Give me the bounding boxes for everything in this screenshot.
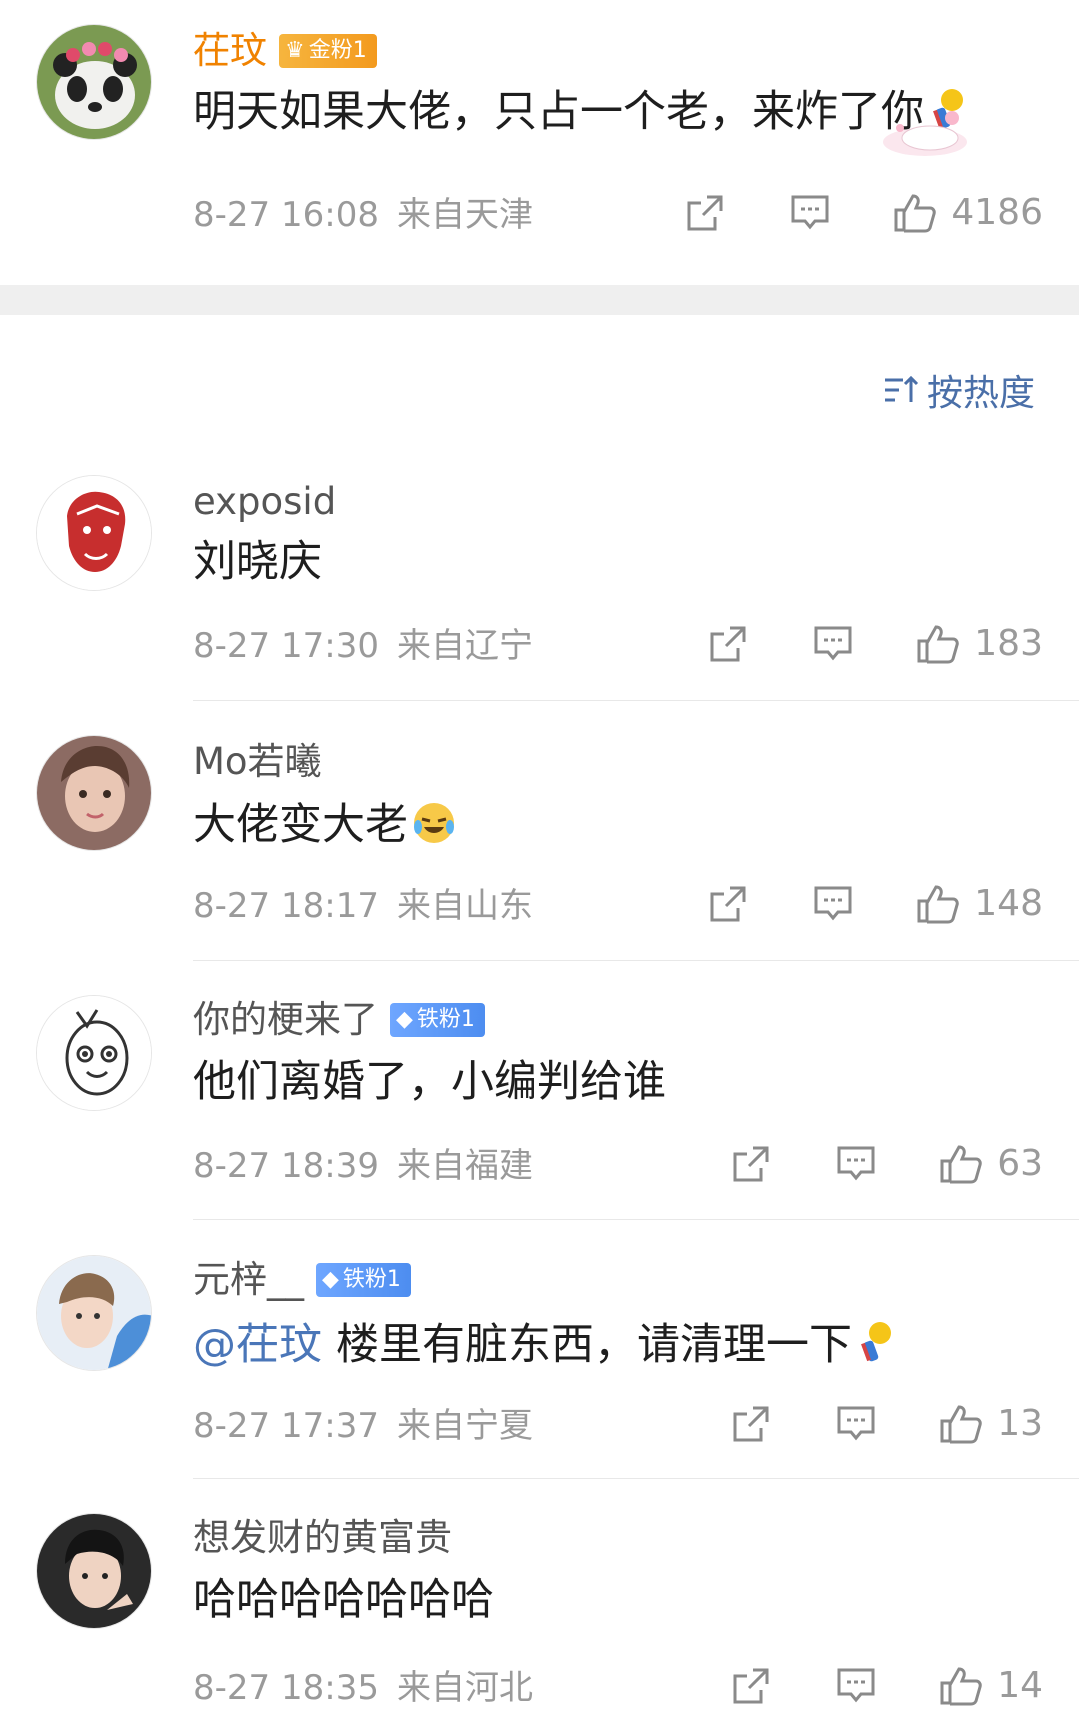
crying-laughing-emoji-icon (412, 801, 456, 853)
comment-actions: 148 (708, 883, 1043, 925)
reply-icon[interactable] (812, 624, 854, 664)
comment-text: 他们离婚了，小编判给谁 (193, 1057, 666, 1107)
comment-meta: 8-27 16:08 来自天津 (193, 195, 533, 235)
username[interactable]: 茌玟 ♛ 金粉1 (193, 32, 377, 69)
comment-text: @茌玟 楼里有脏东西，请清理一下 (193, 1321, 896, 1373)
comment-meta: 8-27 17:30 来自辽宁 (193, 626, 533, 666)
iron-fan-badge[interactable]: ◆ 铁粉1 (316, 1263, 411, 1297)
avatar[interactable] (36, 995, 152, 1111)
firework-emoji-icon (856, 1321, 896, 1373)
comment-actions: 13 (731, 1403, 1043, 1445)
like-count: 63 (997, 1143, 1043, 1184)
comment-meta: 8-27 18:35 来自河北 (193, 1668, 533, 1708)
reply-icon[interactable] (835, 1144, 877, 1184)
decoration-cat-sticker (870, 104, 970, 164)
iron-fan-badge[interactable]: ◆ 铁粉1 (390, 1003, 485, 1037)
like-icon[interactable] (916, 623, 960, 665)
share-icon[interactable] (731, 1144, 771, 1184)
comment-text: 明天如果大佬，只占一个老，来炸了你 (193, 88, 968, 140)
reply-icon[interactable] (835, 1404, 877, 1444)
share-icon[interactable] (685, 193, 725, 233)
avatar[interactable] (36, 475, 152, 591)
comment-actions: 183 (708, 623, 1043, 665)
divider (193, 700, 1079, 701)
comment-meta: 8-27 18:39 来自福建 (193, 1146, 533, 1186)
reply-icon[interactable] (789, 193, 831, 233)
comment-meta: 8-27 17:37 来自宁夏 (193, 1406, 533, 1446)
comment-item: 茌玟 ♛ 金粉1 明天如果大佬，只占一个老，来炸了你 8-27 16:08 来自天津 … (0, 0, 1079, 285)
like-count: 13 (997, 1403, 1043, 1444)
divider (193, 1219, 1079, 1220)
share-icon[interactable] (731, 1666, 771, 1706)
mention-link[interactable]: @茌玟 (193, 1320, 322, 1370)
like-icon[interactable] (939, 1143, 983, 1185)
divider (193, 960, 1079, 961)
username[interactable]: 想发财的黄富贵 (193, 1519, 452, 1556)
diamond-icon: ◆ (396, 1007, 413, 1032)
username[interactable]: exposid (193, 483, 336, 520)
sort-label: 按热度 (926, 372, 1035, 414)
reply-icon[interactable] (812, 884, 854, 924)
like-icon[interactable] (893, 192, 937, 234)
username[interactable]: Mo若曦 (193, 743, 322, 780)
diamond-icon: ◆ (322, 1267, 339, 1292)
like-count: 183 (974, 623, 1043, 664)
username[interactable]: 元梓__ ◆ 铁粉1 (193, 1261, 411, 1298)
avatar[interactable] (36, 24, 152, 140)
like-count: 14 (997, 1665, 1043, 1706)
share-icon[interactable] (708, 884, 748, 924)
reply-icon[interactable] (835, 1666, 877, 1706)
share-icon[interactable] (708, 624, 748, 664)
like-count: 4186 (951, 192, 1043, 233)
avatar[interactable] (36, 1513, 152, 1629)
avatar[interactable] (36, 735, 152, 851)
like-icon[interactable] (916, 883, 960, 925)
divider (193, 1478, 1079, 1479)
sort-icon (883, 374, 919, 413)
avatar[interactable] (36, 1255, 152, 1371)
sort-by-hot-button[interactable]: 按热度 (883, 374, 1035, 413)
comment-text: 哈哈哈哈哈哈哈 (193, 1575, 494, 1625)
comment-actions: 63 (731, 1143, 1043, 1185)
share-icon[interactable] (731, 1404, 771, 1444)
like-icon[interactable] (939, 1403, 983, 1445)
gold-fan-badge[interactable]: ♛ 金粉1 (279, 34, 377, 68)
like-icon[interactable] (939, 1665, 983, 1707)
comment-text: 刘晓庆 (193, 537, 322, 587)
comment-meta: 8-27 18:17 来自山东 (193, 886, 533, 926)
comment-actions: 4186 (685, 192, 1043, 234)
section-divider (0, 285, 1079, 315)
username[interactable]: 你的梗来了 ◆ 铁粉1 (193, 1001, 485, 1038)
like-count: 148 (974, 883, 1043, 924)
crown-icon: ♛ (285, 38, 305, 63)
comment-text: 大佬变大老 (193, 801, 456, 853)
comment-actions: 14 (731, 1665, 1043, 1707)
